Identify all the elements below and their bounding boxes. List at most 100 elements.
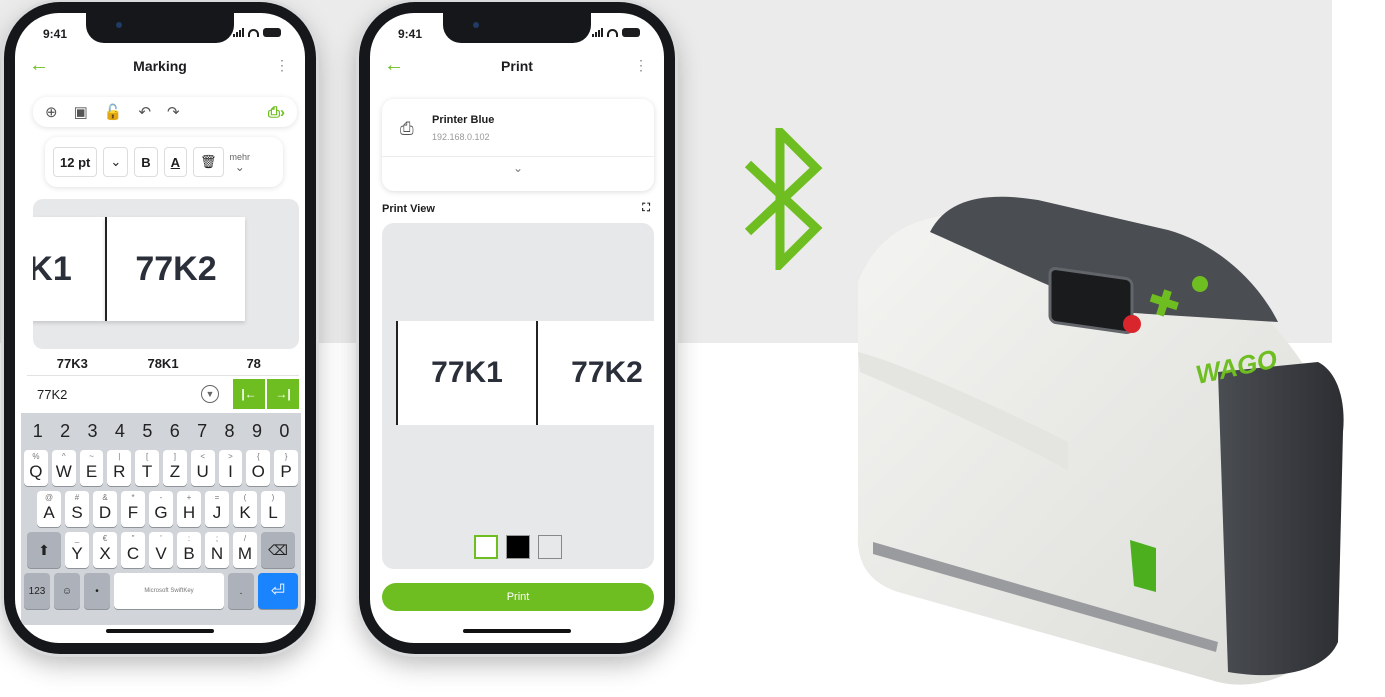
letter-key[interactable]: ^ W	[51, 450, 76, 486]
letter-key[interactable]: ) L	[261, 491, 285, 527]
printer-ip: 192.168.0.102	[432, 132, 490, 142]
letter-key[interactable]: | R	[107, 450, 132, 486]
key-label: E	[85, 462, 98, 481]
key-label: R	[113, 462, 126, 481]
key-row-1: % Q ^ W ~ E | R[T] Z < U > I{O} P	[24, 450, 298, 486]
globe-icon[interactable]: ▼	[201, 385, 219, 403]
letter-key[interactable]: } P	[274, 450, 298, 486]
delete-icon[interactable]: 🗑	[193, 147, 224, 177]
emoji-icon[interactable]: ☺	[54, 573, 80, 609]
enter-key-icon[interactable]: ⏎	[258, 573, 298, 609]
previous-label-button[interactable]: |←	[233, 379, 265, 409]
more-menu-icon[interactable]: ⋮	[634, 57, 648, 74]
key-label: X	[99, 544, 111, 563]
number-key[interactable]: 5	[134, 421, 161, 442]
print-go-icon[interactable]: ⎙›	[268, 104, 285, 121]
letter-key[interactable]: ' V	[149, 532, 173, 568]
letter-key[interactable]: = J	[205, 491, 229, 527]
letter-key[interactable]: @ A	[37, 491, 61, 527]
number-key[interactable]: 7	[188, 421, 215, 442]
letter-key[interactable]: > I	[218, 450, 243, 486]
letter-key[interactable]: ] Z	[163, 450, 187, 486]
number-key[interactable]: 6	[161, 421, 188, 442]
align-center-icon[interactable]: ⊕	[45, 103, 58, 121]
backspace-icon[interactable]: ⌫	[261, 532, 295, 568]
printer-selector[interactable]: ⎙ Printer Blue 192.168.0.102 ⌄	[382, 99, 654, 191]
alt-char: @	[44, 493, 54, 502]
key-label: T	[141, 462, 153, 481]
label-printer-device: WAGO	[857, 196, 1344, 685]
phone-print: 9:41 ← Print ⋮ ⎙ Printer Blue 192.168.0.…	[359, 2, 675, 654]
number-key[interactable]: 9	[243, 421, 270, 442]
phone-marking: 9:41 ← Marking ⋮ ⊕ ▣ 🔓 ↶ ↷ ⎙› 12 pt ⌄ B …	[4, 2, 316, 654]
bold-button[interactable]: B	[134, 147, 158, 177]
letter-key[interactable]: + H	[177, 491, 201, 527]
alt-char: €	[102, 534, 108, 543]
letter-key[interactable]: ; N	[205, 532, 229, 568]
key-label: I	[228, 462, 233, 481]
key-label: M	[237, 544, 253, 563]
lock-icon[interactable]: 🔓	[104, 103, 123, 121]
swatch-grey[interactable]	[538, 535, 562, 559]
microphone-icon[interactable]: •	[84, 573, 110, 609]
chevron-down-icon[interactable]: ⌄	[382, 161, 654, 175]
letter-key[interactable]: # S	[65, 491, 89, 527]
font-size-select[interactable]: 12 pt	[53, 147, 98, 177]
redo-icon[interactable]: ↷	[167, 103, 180, 121]
space-key[interactable]: Microsoft SwiftKey	[114, 573, 224, 609]
number-key[interactable]: 3	[79, 421, 106, 442]
key-label: S	[71, 503, 83, 522]
letter-key[interactable]: -G	[149, 491, 173, 527]
letter-key[interactable]: % Q	[24, 450, 48, 486]
number-key[interactable]: 8	[216, 421, 243, 442]
number-key[interactable]: 4	[106, 421, 133, 442]
notch	[86, 13, 234, 43]
letter-key[interactable]: & D	[93, 491, 117, 527]
number-key[interactable]: 1	[24, 421, 51, 442]
suggestion-item[interactable]: 78	[208, 356, 299, 371]
home-indicator	[106, 629, 214, 633]
chevron-down-icon[interactable]: ⌄	[103, 147, 129, 177]
label-card-selected[interactable]: 77K2	[105, 217, 245, 321]
key-label: V	[155, 544, 167, 563]
numbers-key[interactable]: 123	[24, 573, 50, 609]
letter-key[interactable]: _ Y	[65, 532, 89, 568]
fullscreen-icon[interactable]: ⛶	[642, 202, 650, 215]
suggestion-item[interactable]: 77K3	[27, 356, 118, 371]
label-card[interactable]: K1	[33, 217, 105, 321]
letter-key[interactable]: :B	[177, 532, 201, 568]
letter-key[interactable]: * F	[121, 491, 145, 527]
key-row-2: @ A # S & D * F - G + H = J(K) L	[24, 491, 298, 527]
letter-key[interactable]: ~ E	[79, 450, 104, 486]
more-menu-icon[interactable]: ⋮	[275, 57, 289, 74]
label-text-input[interactable]: 77K2	[27, 387, 201, 402]
key-label: J	[212, 503, 222, 522]
more-options-button[interactable]: mehr ⌄	[230, 152, 251, 173]
wifi-icon	[607, 28, 618, 37]
letter-key[interactable]: < U	[190, 450, 215, 486]
swatch-white[interactable]	[474, 535, 498, 559]
page-title: Print	[501, 58, 533, 74]
undo-icon[interactable]: ↶	[138, 103, 151, 121]
alt-char: +	[186, 493, 192, 502]
number-key[interactable]: 0	[271, 421, 298, 442]
fit-frame-icon[interactable]: ▣	[74, 103, 88, 121]
letter-key[interactable]: " C	[121, 532, 145, 568]
suggestion-item[interactable]: 78K1	[118, 356, 209, 371]
text-color-button[interactable]: A	[163, 147, 188, 177]
letter-key[interactable]: / M	[233, 532, 257, 568]
key-label: O	[251, 462, 265, 481]
swatch-black[interactable]	[506, 535, 530, 559]
next-label-button[interactable]: →|	[267, 379, 299, 409]
alt-char: &	[102, 493, 108, 502]
letter-key[interactable]: {O	[246, 450, 271, 486]
letter-key[interactable]: € X	[93, 532, 117, 568]
letter-key[interactable]: [T	[135, 450, 159, 486]
bluetooth-icon	[744, 128, 823, 270]
shift-key[interactable]: ⬆	[27, 532, 61, 568]
period-key[interactable]: .	[228, 573, 254, 609]
key-label: K	[239, 503, 251, 522]
number-key[interactable]: 2	[51, 421, 78, 442]
print-button[interactable]: Print	[382, 583, 654, 611]
letter-key[interactable]: (K	[233, 491, 257, 527]
